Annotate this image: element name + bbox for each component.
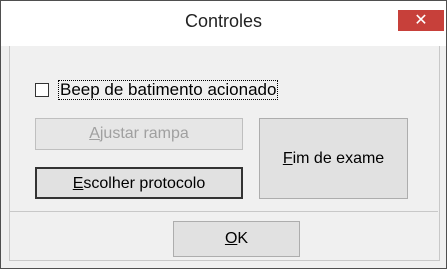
ok-label: K	[237, 230, 249, 247]
ok-mnemonic: O	[224, 230, 238, 247]
fim-de-exame-mnemonic: F	[282, 150, 293, 167]
button-divider	[10, 211, 438, 212]
escolher-protocolo-mnemonic: E	[72, 175, 84, 192]
beep-checkbox-row[interactable]: Beep de batimento acionado	[35, 80, 279, 100]
close-button[interactable]: ✕	[398, 10, 444, 31]
close-icon: ✕	[414, 10, 428, 29]
beep-checkbox-label[interactable]: Beep de batimento acionado	[58, 80, 279, 100]
ok-button[interactable]: OK	[173, 221, 300, 257]
ajustar-rampa-label: justar rampa	[99, 125, 189, 142]
fim-de-exame-button[interactable]: Fim de exame	[259, 118, 408, 199]
ajustar-rampa-mnemonic: A	[89, 125, 100, 142]
beep-checkbox[interactable]	[35, 83, 49, 97]
dialog-window: Controles ✕ Beep de batimento acionado A…	[0, 0, 447, 269]
fim-de-exame-label: im de exame	[292, 150, 385, 167]
window-title: Controles	[184, 11, 263, 31]
escolher-protocolo-button[interactable]: Escolher protocolo	[35, 167, 243, 199]
ajustar-rampa-button[interactable]: Ajustar rampa	[35, 118, 243, 150]
escolher-protocolo-label: scolher protocolo	[83, 175, 206, 192]
